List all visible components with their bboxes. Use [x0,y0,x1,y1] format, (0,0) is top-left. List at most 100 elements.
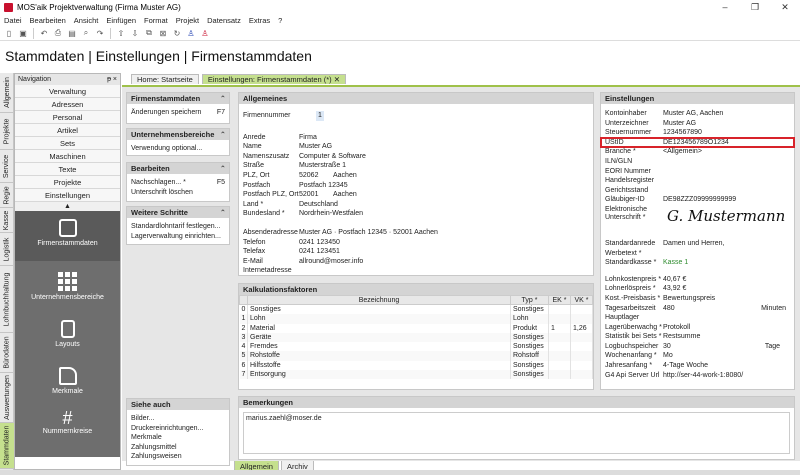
down-icon[interactable]: ⇩ [129,27,141,39]
nav-item-adressen[interactable]: Adressen [15,98,120,111]
table-row[interactable]: 5 Rohstoffe Rohstoff [239,351,593,361]
collapse-icon[interactable]: ⌃ [220,207,229,218]
menu-extras[interactable]: Extras [245,16,274,25]
link-druckereinrichtungen[interactable]: Druckereinrichtungen... [127,424,229,434]
nav-item-einstellungen[interactable]: Einstellungen [15,189,120,202]
vtab-regie[interactable]: Regie [0,183,14,208]
field-werbetext[interactable]: Werbetext * [601,249,794,259]
field-postfach[interactable]: Postfach Postfach 12345 [239,181,593,191]
copy-icon[interactable]: ⧉ [143,27,155,39]
action-unterschrift-loeschen[interactable]: Unterschrift löschen [127,188,229,198]
field-signature[interactable]: Elektronische Unterschrift * G. Musterma… [601,205,794,239]
nav-unternehmensbereiche[interactable]: Unternehmensbereiche [15,266,120,311]
field-name[interactable]: Name Muster AG [239,142,593,152]
field-gerichtsstand[interactable]: Gerichtsstand [601,186,794,196]
field-iln-gln[interactable]: ILN/GLN [601,157,794,167]
preview-icon[interactable]: ▤ [66,27,78,39]
vtab-lohnbuchhaltung[interactable]: Lohnbuchhaltung [0,266,14,333]
menu-datensatz[interactable]: Datensatz [203,16,245,25]
vtab-allgemein[interactable]: Allgemein [0,73,14,113]
field-logbuchspeicher[interactable]: Logbuchspeicher 30 Tage [601,342,794,352]
action-nachschlagen[interactable]: Nachschlagen... * F5 [127,178,229,188]
menu-einfuegen[interactable]: Einfügen [102,16,140,25]
col-vk[interactable]: VK * [570,295,593,305]
field-telefon[interactable]: Telefon 0241 123450 [239,238,593,248]
menu-datei[interactable]: Datei [0,16,26,25]
field-steuernummer[interactable]: Steuernummer 1234567890 [601,128,794,138]
action-lagerverwaltung[interactable]: Lagerverwaltung einrichten... [127,232,229,242]
vtab-service[interactable]: Service [0,150,14,183]
table-row[interactable]: 2 Material Produkt 1 1,26 [239,323,593,333]
col-ek[interactable]: EK * [548,295,571,305]
field-lohnerloespreis[interactable]: Lohnerlöspreis * 43,92 € [601,284,794,294]
save-icon[interactable]: ▣ [17,27,29,39]
nav-layouts[interactable]: Layouts [15,312,120,357]
field-lagerueberwachung[interactable]: Lagerüberwachg * Protokoll [601,323,794,333]
redo-icon[interactable]: ↷ [94,27,106,39]
menu-projekt[interactable]: Projekt [172,16,203,25]
collapse-icon[interactable]: ⌃ [220,129,229,140]
field-standardkasse[interactable]: Standardkasse * Kasse 1 [601,258,794,268]
vtab-kasse[interactable]: Kasse [0,208,14,233]
field-namenszusatz[interactable]: Namenszusatz Computer & Software [239,152,593,162]
menu-help[interactable]: ? [274,16,286,25]
field-glaeubiger-id[interactable]: Gläubiger-ID DE98ZZZ09999999999 [601,195,794,205]
vtab-projekte[interactable]: Projekte [0,113,14,150]
close-tab-icon[interactable]: ✕ [334,75,340,84]
field-postfach-plz-ort[interactable]: Postfach PLZ, Ort 52001 Aachen [239,190,593,200]
menu-format[interactable]: Format [140,16,172,25]
vtab-stammdaten[interactable]: Stammdaten [0,423,14,469]
new-doc-icon[interactable]: ▯ [3,27,15,39]
field-kontoinhaber[interactable]: Kontoinhaber Muster AG, Aachen [601,109,794,119]
search-icon[interactable]: ⌕ [80,27,92,39]
field-unterzeichner[interactable]: Unterzeichner Muster AG [601,119,794,129]
nav-item-maschinen[interactable]: Maschinen [15,150,120,163]
field-absenderadresse[interactable]: Absenderadresse Muster AG · Postfach 1234… [239,228,593,238]
field-land[interactable]: Land * Deutschland [239,200,593,210]
person-blue-icon[interactable]: ♙ [185,27,197,39]
close-button[interactable]: ✕ [770,0,800,14]
field-wochenanfang[interactable]: Wochenanfang * Mo [601,351,794,361]
field-tagesarbeitszeit[interactable]: Tagesarbeitszeit 480 Minuten [601,304,794,314]
table-row[interactable]: 6 Hilfsstoffe Sonstiges [239,360,593,371]
field-ustid[interactable]: UStID DE123456789O1234 [600,136,795,149]
col-typ[interactable]: Typ * [510,295,549,305]
nav-merkmale[interactable]: Merkmale [15,359,120,404]
field-eori[interactable]: EORI Nummer [601,167,794,177]
export-icon[interactable]: ⊠ [157,27,169,39]
field-jahresanfang[interactable]: Jahresanfang * 4-Tage Woche [601,361,794,371]
field-anrede[interactable]: Anrede Firma [239,133,593,143]
col-bezeichnung[interactable]: Bezeichnung [247,295,511,305]
field-plz-ort[interactable]: PLZ, Ort 52062 Aachen [239,171,593,181]
menu-ansicht[interactable]: Ansicht [70,16,103,25]
link-merkmale[interactable]: Merkmale [127,433,229,443]
table-row[interactable]: 1 Lohn Lohn [239,314,593,324]
table-row[interactable]: 3 Geräte Sonstiges [239,332,593,343]
up-icon[interactable]: ⇧ [115,27,127,39]
vtab-buerodaten[interactable]: Bürodaten [0,333,14,373]
field-lohnkostenpreis[interactable]: Lohnkostenpreis * 40,67 € [601,275,794,285]
field-branche[interactable]: Branche * <Allgemein> [601,147,794,157]
nav-item-projekte[interactable]: Projekte [15,176,120,189]
table-row[interactable]: 0 Sonstiges Sonstiges [239,304,593,315]
menu-bearbeiten[interactable]: Bearbeiten [26,16,70,25]
table-row[interactable]: 4 Fremdes Sonstiges [239,342,593,352]
print-icon[interactable]: ⎙ [52,27,64,39]
field-handelsregister[interactable]: Handelsregister [601,176,794,186]
action-verwendung-optional[interactable]: Verwendung optional... [127,144,229,154]
field-bundesland[interactable]: Bundesland * Nordrhein-Westfalen [239,209,593,219]
maximize-button[interactable]: ❐ [740,0,770,14]
link-bilder[interactable]: Bilder... [127,414,229,424]
table-row[interactable]: 7 Entsorgung Sonstiges [239,370,593,380]
nav-pin-icon[interactable]: ᵽ × [107,74,120,85]
refresh-icon[interactable]: ↻ [171,27,183,39]
link-zahlungsweisen[interactable]: Zahlungsweisen [127,452,229,462]
tab-home[interactable]: Home: Startseite [131,74,199,84]
collapse-icon[interactable]: ⌃ [220,163,229,174]
vtab-auswertungen[interactable]: Auswertungen [0,373,14,423]
nav-item-texte[interactable]: Texte [15,163,120,176]
action-standardlohntarif[interactable]: Standardlohntarif festlegen... [127,222,229,232]
field-email[interactable]: E-Mail allround@moser.info [239,257,593,267]
tab-firmenstammdaten[interactable]: Einstellungen: Firmenstammdaten (*) ✕ [201,74,347,84]
field-g4-api-url[interactable]: G4 Api Server Url http://ser-44-work-1:80… [601,371,794,381]
